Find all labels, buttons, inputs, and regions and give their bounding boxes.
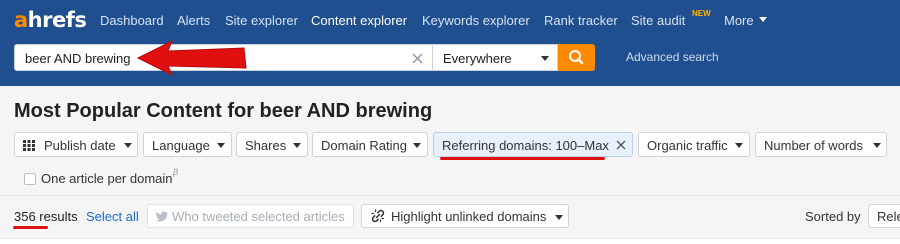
chevron-down-icon (293, 143, 301, 148)
select-all-link[interactable]: Select all (86, 209, 139, 224)
annotation-underline (440, 157, 605, 160)
one-per-domain-label[interactable]: One article per domain (41, 171, 173, 186)
nav-more[interactable]: More (724, 13, 754, 28)
link-icon (371, 209, 385, 223)
who-tweeted-button: Who tweeted selected articles (147, 204, 354, 228)
chevron-down-icon (873, 143, 881, 148)
twitter-icon (156, 211, 168, 222)
filter-domain-rating[interactable]: Domain Rating (312, 132, 428, 157)
filter-label: Shares (245, 138, 287, 153)
nav-rank-tracker[interactable]: Rank tracker (544, 13, 618, 28)
clear-icon[interactable] (411, 52, 424, 65)
page: ahrefs Dashboard Alerts Site explorer Co… (0, 0, 900, 244)
top-bar: ahrefs Dashboard Alerts Site explorer Co… (0, 0, 900, 86)
filter-label: Number of words (764, 138, 863, 153)
sort-select[interactable]: Relevance (868, 204, 900, 228)
who-tweeted-label: Who tweeted selected articles (172, 209, 345, 224)
advanced-search-link[interactable]: Advanced search (626, 50, 719, 64)
logo-accent: a (14, 8, 28, 32)
filter-label: Language (152, 138, 210, 153)
filter-label: Domain Rating (321, 138, 407, 153)
scope-value: Everywhere (443, 51, 512, 66)
sorted-by-label: Sorted by (805, 209, 861, 224)
nav-site-audit[interactable]: Site audit (631, 13, 685, 28)
new-badge: NEW (692, 9, 711, 18)
divider (0, 195, 900, 196)
filter-referring-domains[interactable]: Referring domains: 100–Max (433, 132, 633, 157)
main-nav: ahrefs Dashboard Alerts Site explorer Co… (0, 0, 900, 40)
logo-text: hrefs (27, 8, 87, 32)
more-caret-icon (759, 17, 767, 22)
chevron-down-icon (413, 143, 421, 148)
close-icon[interactable] (615, 139, 627, 151)
filter-label: Organic traffic (647, 138, 728, 153)
filter-label: Referring domains: 100–Max (442, 138, 609, 153)
chevron-down-icon (555, 215, 563, 220)
results-count: 356 results (14, 209, 78, 224)
annotation-arrow (136, 39, 247, 77)
highlight-unlinked-label: Highlight unlinked domains (391, 209, 547, 224)
results-list-top (0, 238, 900, 244)
chevron-down-icon (124, 143, 132, 148)
ahrefs-logo[interactable]: ahrefs (14, 8, 87, 32)
highlight-unlinked-button[interactable]: Highlight unlinked domains (361, 204, 569, 228)
one-per-domain-checkbox[interactable] (24, 173, 36, 185)
filter-language[interactable]: Language (143, 132, 232, 157)
annotation-underline (13, 226, 48, 229)
nav-site-explorer[interactable]: Site explorer (225, 13, 298, 28)
filter-organic-traffic[interactable]: Organic traffic (638, 132, 750, 157)
nav-alerts[interactable]: Alerts (177, 13, 210, 28)
filter-publish-date[interactable]: Publish date (14, 132, 138, 157)
filter-shares[interactable]: Shares (236, 132, 308, 157)
grid-icon (23, 140, 35, 151)
search-icon (569, 50, 584, 65)
chevron-down-icon (541, 56, 549, 61)
chevron-down-icon (217, 143, 225, 148)
search-query: beer AND brewing (25, 51, 131, 66)
nav-dashboard[interactable]: Dashboard (100, 13, 164, 28)
chevron-down-icon (735, 143, 743, 148)
filter-number-of-words[interactable]: Number of words (755, 132, 887, 157)
search-button[interactable] (558, 44, 595, 71)
beta-badge: β (173, 167, 179, 177)
nav-keywords-explorer[interactable]: Keywords explorer (422, 13, 530, 28)
filter-label: Publish date (44, 138, 116, 153)
sort-value: Relevance (877, 209, 900, 224)
scope-select[interactable]: Everywhere (432, 44, 558, 71)
nav-content-explorer[interactable]: Content explorer (311, 13, 407, 28)
page-title: Most Popular Content for beer AND brewin… (14, 100, 433, 122)
